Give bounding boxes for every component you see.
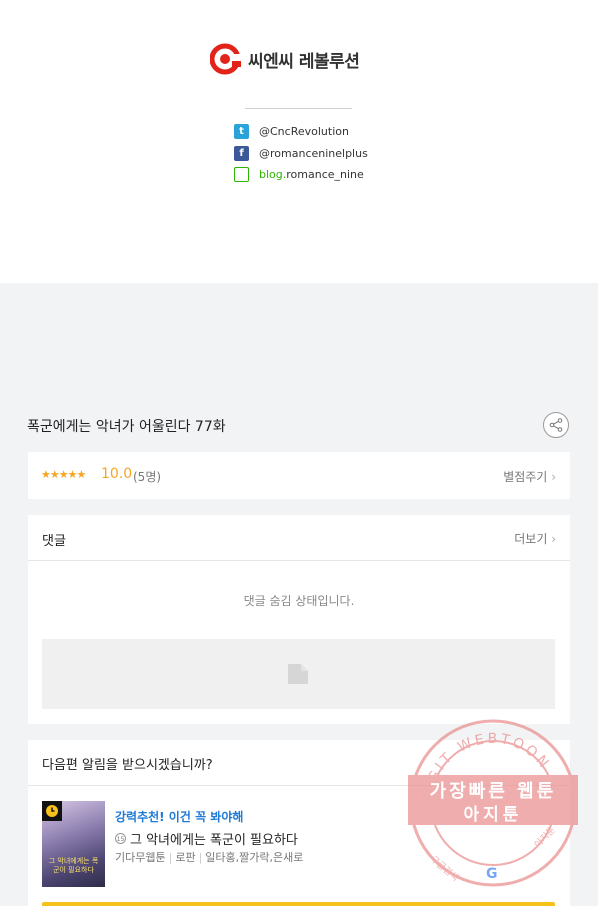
notify-button-edge[interactable] [42,902,555,906]
comments-card: 댓글 더보기 › 댓글 숨김 상태입니다. [28,515,570,724]
blog-icon: blog [234,167,249,182]
chevron-right-icon: › [551,532,556,546]
work-meta: 기다무웹툰 | 로판 | 일타홍,짤가락,은새로 [115,849,303,865]
facebook-link[interactable]: f @romanceninelplus [234,146,368,161]
rate-button[interactable]: 별점주기 › [503,468,556,485]
thumbnail-title: 그 악녀에게는 폭군이 필요하다 [48,857,99,874]
separator: | [168,851,173,864]
rating-card: ★★★★★ 10.0 (5명) 별점주기 › [28,452,570,499]
separator: | [198,851,203,864]
share-button[interactable] [543,412,569,438]
twitter-handle: @CncRevolution [259,125,349,138]
publisher-footer: 씨엔씨 레볼루션 t @CncRevolution f @romancenine… [0,0,598,283]
comments-more-label: 더보기 [514,532,548,546]
facebook-handle: @romanceninelplus [259,147,368,160]
recommend-text: 강력추천! 이건 꼭 봐야해 [115,810,244,824]
twitter-icon: t [234,124,249,139]
rating-votes: (5명) [133,470,162,484]
blog-link[interactable]: blog blog. romance_nine [234,167,364,182]
twitter-link[interactable]: t @CncRevolution [234,124,349,139]
placeholder-image-icon [288,664,308,684]
work-genre: 로판 [175,851,196,864]
cnc-revolution-logo: 씨엔씨 레볼루션 [210,42,360,76]
work-title: 그 악녀에게는 폭군이 필요하다 [130,833,298,848]
comments-more-button[interactable]: 더보기 › [514,530,556,547]
rate-button-label: 별점주기 [503,470,548,484]
divider [245,108,352,109]
recommended-work-title[interactable]: 15 그 악녀에게는 폭군이 필요하다 [115,829,298,848]
work-authors: 일타홍,짤가락,은새로 [205,851,304,864]
comments-hidden-message: 댓글 숨김 상태입니다. [243,594,355,608]
blog-handle: romance_nine [286,168,364,181]
star-rating-icon: ★★★★★ [41,468,86,481]
share-icon [549,418,563,432]
next-episode-notify-card: 다음편 알림을 받으시겠습니까? 그 악녀에게는 폭군이 필요하다 강력추천! … [28,740,570,906]
cnc-logo-icon [210,43,242,75]
notify-question: 다음편 알림을 받으시겠습니까? [42,758,213,773]
age-rating-badge: 15 [115,833,126,844]
work-type: 기다무웹툰 [115,851,166,864]
clock-icon [42,801,62,821]
brand-name: 씨엔씨 레볼루션 [248,51,360,72]
comments-header: 댓글 더보기 › [28,515,570,561]
episode-title: 폭군에게는 악녀가 어울린다 77화 [27,419,226,435]
rating-score: 10.0 [101,466,133,482]
ad-placeholder[interactable] [42,639,555,709]
blog-prefix: blog. [259,168,287,181]
divider [28,785,570,786]
recommended-work-thumbnail[interactable]: 그 악녀에게는 폭군이 필요하다 [42,801,105,887]
facebook-icon: f [234,146,249,161]
comments-label: 댓글 [42,534,66,549]
chevron-right-icon: › [551,470,556,484]
